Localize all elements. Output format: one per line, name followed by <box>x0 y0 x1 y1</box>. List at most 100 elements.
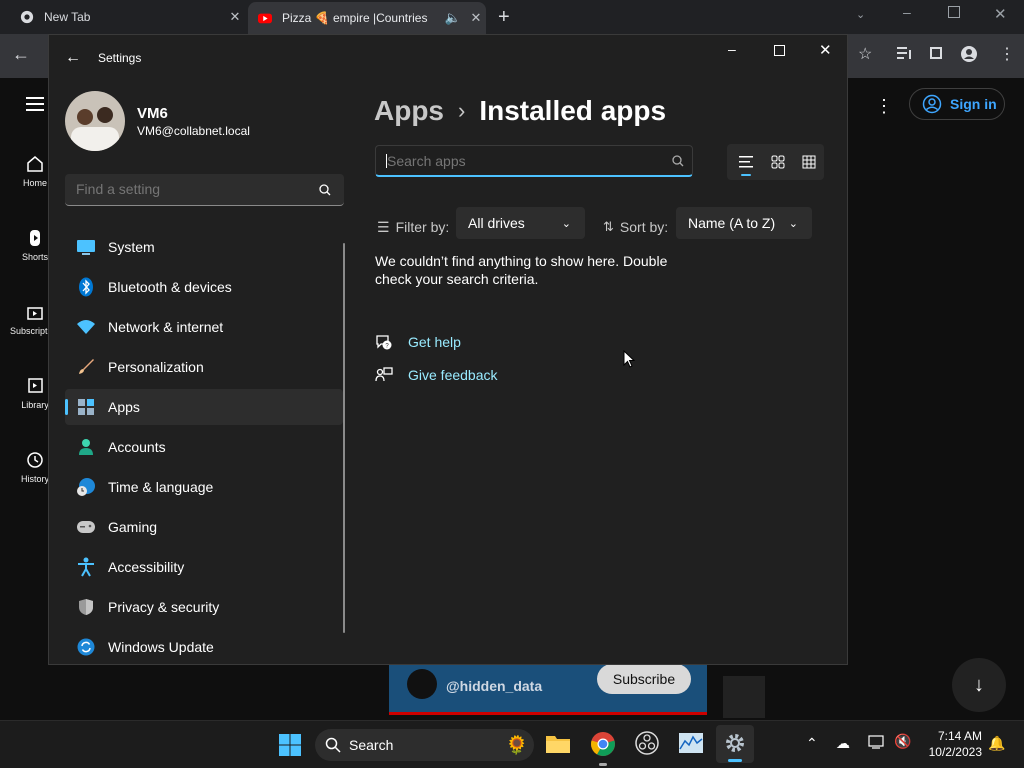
wifi-icon <box>76 317 96 337</box>
settings-back-icon[interactable]: ← <box>65 49 81 67</box>
nav-bluetooth-devices[interactable]: Bluetooth & devices <box>65 269 343 305</box>
minimize-icon[interactable]: – <box>903 4 911 20</box>
help-chat-icon: ? <box>376 335 392 350</box>
speaker-icon[interactable]: 🔈 <box>440 10 466 26</box>
nav-personalization[interactable]: Personalization <box>65 349 343 385</box>
nav-apps[interactable]: Apps <box>65 389 343 425</box>
minimize-icon[interactable]: – <box>728 41 736 57</box>
nav-system[interactable]: System <box>65 229 343 265</box>
account-icon <box>922 94 942 114</box>
side-panel-icon[interactable] <box>930 47 942 59</box>
get-help-link[interactable]: ? Get help <box>375 333 461 351</box>
give-feedback-link[interactable]: Give feedback <box>375 366 498 384</box>
grid-view-button[interactable] <box>765 148 791 176</box>
breadcrumb-parent[interactable]: Apps <box>374 95 444 127</box>
chrome-menu-icon[interactable]: ⋮ <box>999 44 1015 64</box>
restore-icon[interactable] <box>948 6 960 18</box>
feedback-icon <box>375 367 393 382</box>
taskbar-search[interactable]: Search 🌻 <box>315 729 534 761</box>
yt-more-icon[interactable]: ⋮ <box>875 96 893 117</box>
resource-monitor-icon[interactable] <box>678 731 704 755</box>
grid-view-icon <box>771 155 785 169</box>
list-view-button[interactable] <box>733 148 759 176</box>
mini-player[interactable]: @hidden_data Subscribe <box>389 664 707 715</box>
maximize-icon[interactable] <box>774 45 785 56</box>
scroll-down-button[interactable]: ↓ <box>952 658 1006 712</box>
subscribe-button[interactable]: Subscribe <box>597 664 691 694</box>
nav-label: Network & internet <box>108 319 224 335</box>
new-tab-button[interactable]: + <box>498 6 510 29</box>
sign-in-button[interactable]: Sign in <box>909 88 1005 120</box>
chevron-down-icon: ⌄ <box>561 217 571 230</box>
youtube-icon <box>258 13 272 24</box>
nav-label: Gaming <box>108 519 158 535</box>
history-icon <box>27 452 43 468</box>
nav-accessibility[interactable]: Accessibility <box>65 549 343 585</box>
media-control-icon[interactable] <box>897 46 913 60</box>
back-icon[interactable]: ← <box>12 44 30 65</box>
link-label: Get help <box>408 334 461 350</box>
nav-network-internet[interactable]: Network & internet <box>65 309 343 345</box>
view-switcher <box>727 144 824 180</box>
avatar <box>65 91 125 151</box>
filter-icon: ☰ <box>377 218 390 235</box>
sort-label: Sort by: <box>619 219 669 235</box>
subscriptions-icon <box>27 307 43 320</box>
taskbar-search-label: Search <box>349 737 394 753</box>
nav-label: Personalization <box>108 359 204 375</box>
running-indicator <box>599 763 607 766</box>
nav-label: Windows Update <box>108 639 214 655</box>
notification-bell-icon[interactable]: 🔔 <box>988 735 1005 752</box>
nav-privacy-security[interactable]: Privacy & security <box>65 589 343 625</box>
onedrive-icon[interactable]: ☁ <box>836 735 850 752</box>
tile-view-button[interactable] <box>797 148 823 176</box>
clock[interactable]: 7:14 AM 10/2/2023 <box>918 728 982 760</box>
nav-gaming[interactable]: Gaming <box>65 509 343 545</box>
library-icon <box>28 378 43 393</box>
filter-dropdown[interactable]: All drives ⌄ <box>456 207 585 239</box>
close-tab-icon[interactable]: ✕ <box>466 10 486 26</box>
chrome-taskbar-icon[interactable] <box>590 731 616 766</box>
windows-logo-icon <box>279 734 301 756</box>
volume-muted-icon[interactable]: 🔇 <box>894 733 911 750</box>
search-highlight-icon: 🌻 <box>505 734 528 755</box>
close-browser-icon[interactable]: ✕ <box>994 5 1007 23</box>
sort-dropdown[interactable]: Name (A to Z) ⌄ <box>676 207 812 239</box>
hamburger-menu-icon[interactable] <box>26 97 44 111</box>
globe-clock-icon <box>76 477 96 497</box>
list-view-icon <box>739 156 753 168</box>
settings-taskbar-button[interactable] <box>716 725 754 763</box>
obs-icon[interactable] <box>635 731 659 755</box>
profile-icon[interactable] <box>961 46 977 62</box>
tab-youtube[interactable]: Pizza 🍕 empire |Countries 🔈 ✕ <box>248 2 486 34</box>
tab-title: New Tab <box>44 10 91 24</box>
browser-tab-strip: New Tab ✕ Pizza 🍕 empire |Countries 🔈 ✕ … <box>0 0 1024 34</box>
yt-nav-label: History <box>20 474 49 484</box>
gamepad-icon <box>76 517 96 537</box>
nav-windows-update[interactable]: Windows Update <box>65 629 343 665</box>
sort-icon: ⇅ <box>603 219 614 234</box>
person-icon <box>76 437 96 457</box>
tab-new-tab[interactable]: New Tab ✕ <box>0 0 245 34</box>
close-tab-icon[interactable]: ✕ <box>225 9 245 25</box>
network-icon[interactable] <box>868 735 884 749</box>
nav-scrollbar[interactable] <box>343 243 345 633</box>
nav-accounts[interactable]: Accounts <box>65 429 343 465</box>
apps-search-field[interactable] <box>375 145 693 177</box>
settings-search-input[interactable] <box>65 174 310 204</box>
nav-label: Time & language <box>108 479 214 495</box>
nav-time-language[interactable]: Time & language <box>65 469 343 505</box>
filter-label: Filter by: <box>395 219 450 235</box>
file-explorer-icon[interactable] <box>545 731 571 755</box>
start-button[interactable] <box>278 733 302 757</box>
clock-date: 10/2/2023 <box>928 745 982 759</box>
settings-search-field[interactable] <box>65 174 344 206</box>
close-window-icon[interactable]: ✕ <box>819 41 832 59</box>
tab-search-icon[interactable]: ⌄ <box>856 8 865 21</box>
tile-view-icon <box>802 155 816 169</box>
apps-search-input[interactable] <box>376 146 661 175</box>
chevron-up-icon[interactable]: ⌃ <box>806 735 818 752</box>
bookmark-star-icon[interactable]: ☆ <box>858 44 872 64</box>
shield-icon <box>76 597 96 617</box>
brush-icon <box>76 357 96 377</box>
